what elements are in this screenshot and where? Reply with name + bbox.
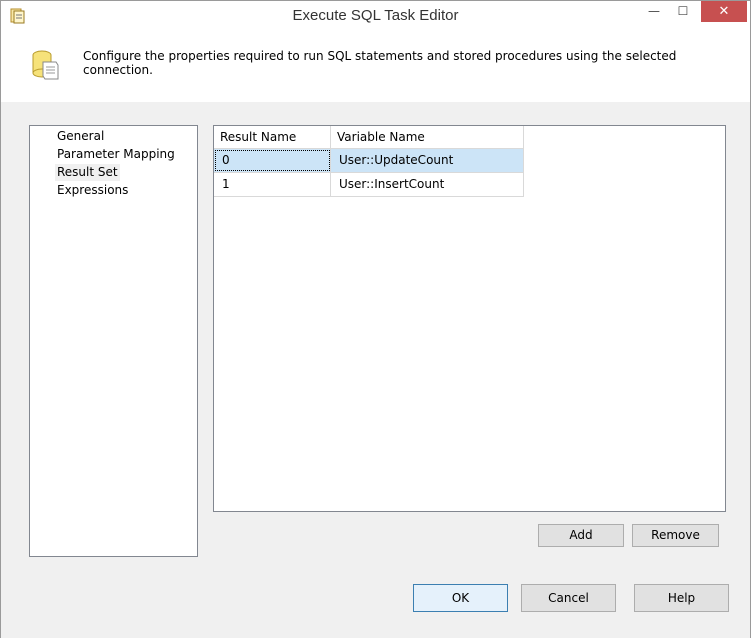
header-band: Configure the properties required to run… [1,32,750,102]
cancel-button[interactable]: Cancel [521,584,616,612]
title-bar[interactable]: Execute SQL Task Editor — ☐ ✕ [1,1,750,32]
add-button-label: Add [569,528,593,542]
remove-button-label: Remove [651,528,700,542]
maximize-button[interactable]: ☐ [669,1,697,22]
remove-button[interactable]: Remove [632,524,719,547]
table-row[interactable]: 0 User::UpdateCount [214,149,524,173]
close-button[interactable]: ✕ [701,1,747,22]
cancel-button-label: Cancel [548,591,589,605]
add-button[interactable]: Add [538,524,624,547]
column-header-variable-name[interactable]: Variable Name [331,126,524,148]
column-header-result-name[interactable]: Result Name [214,126,331,148]
result-name-cell[interactable]: 0 [214,149,331,172]
result-name-cell[interactable]: 1 [214,173,331,196]
nav-item-expressions[interactable]: Expressions [55,182,130,199]
nav-item-parameter-mapping[interactable]: Parameter Mapping [55,146,177,163]
help-button-label: Help [667,591,696,605]
variable-name-cell[interactable]: User::UpdateCount [331,149,524,172]
dialog-body: General Parameter Mapping Result Set Exp… [1,102,750,638]
header-description: Configure the properties required to run… [83,49,677,77]
window-title: Execute SQL Task Editor [292,7,459,24]
nav-item-result-set[interactable]: Result Set [55,164,120,181]
nav-list: General Parameter Mapping Result Set Exp… [29,125,198,557]
grid-header: Result Name Variable Name [214,126,524,149]
sql-task-icon [32,50,59,80]
nav-item-general[interactable]: General [55,128,106,145]
result-set-grid: Result Name Variable Name 0 User::Update… [213,125,726,512]
variable-name-cell[interactable]: User::InsertCount [331,173,524,196]
dialog-window: Execute SQL Task Editor — ☐ ✕ Configure … [0,0,751,638]
ok-button[interactable]: OK [413,584,508,612]
ok-button-label: OK [451,591,470,605]
minimize-button[interactable]: — [640,1,668,22]
table-row[interactable]: 1 User::InsertCount [214,173,524,197]
help-button[interactable]: Help [634,584,729,612]
